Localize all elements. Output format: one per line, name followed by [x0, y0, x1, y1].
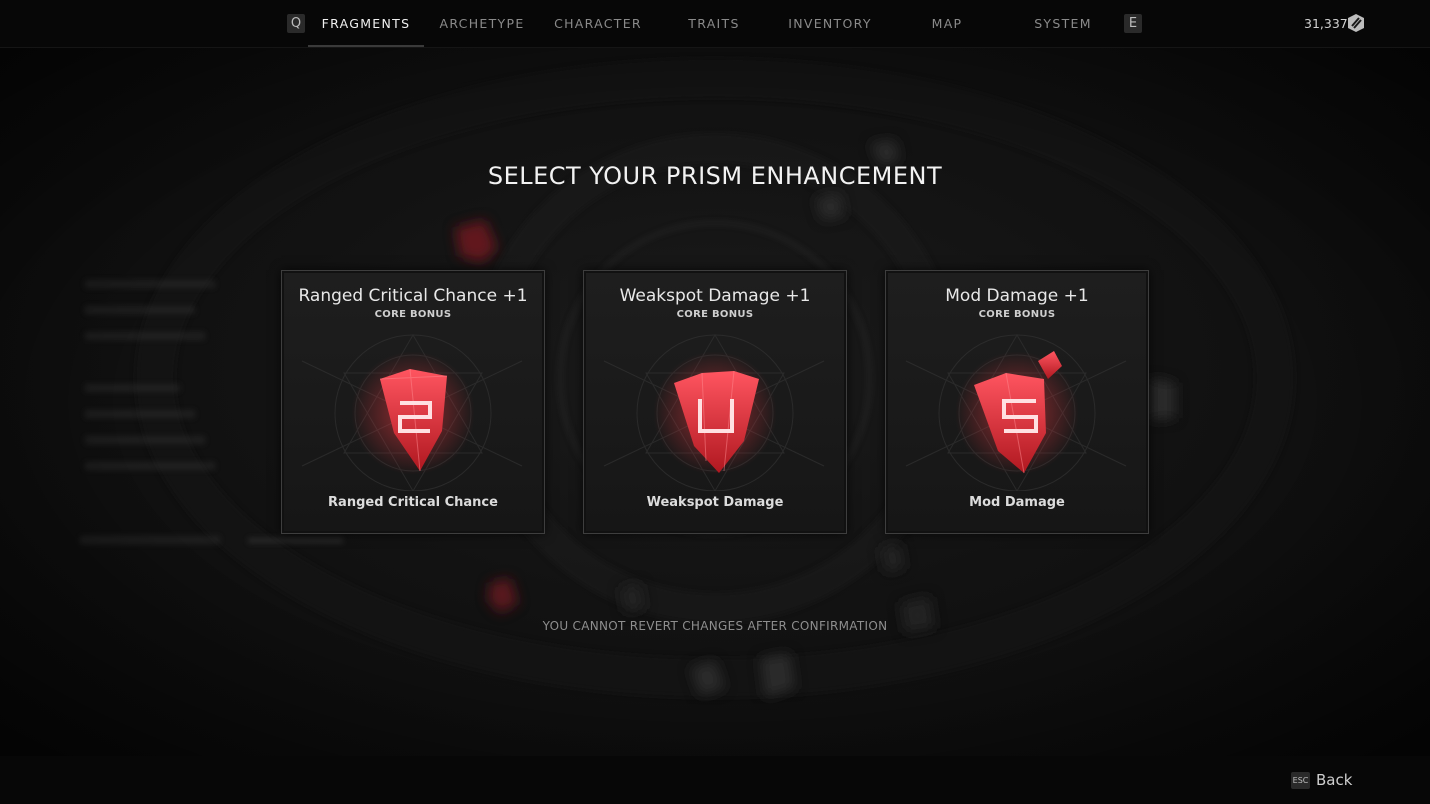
card-bonus-name: Weakspot Damage [646, 495, 784, 510]
confirmation-warning: YOU CANNOT REVERT CHANGES AFTER CONFIRMA… [542, 619, 888, 633]
prev-tab-key[interactable]: Q [287, 14, 305, 33]
tab-archetype[interactable]: ARCHETYPE [432, 0, 532, 47]
back-button[interactable]: Back [1316, 771, 1352, 789]
card-bonus-name: Ranged Critical Chance [328, 495, 498, 510]
tab-traits[interactable]: TRAITS [664, 0, 764, 47]
tab-fragments[interactable]: FRAGMENTS [308, 0, 424, 47]
card-subtitle: CORE BONUS [978, 309, 1056, 320]
card-title: Weakspot Damage +1 [619, 286, 811, 306]
top-nav-bar: Q FRAGMENTS ARCHETYPE CHARACTER TRAITS I… [0, 0, 1430, 48]
card-title: Ranged Critical Chance +1 [298, 286, 528, 306]
tab-character[interactable]: CHARACTER [548, 0, 648, 47]
bottom-bar: ESC Back [0, 756, 1430, 804]
enhancement-card-weakspot-damage[interactable]: Weakspot Damage +1 CORE BONUS Weakspot D… [583, 270, 847, 534]
tab-map[interactable]: MAP [897, 0, 997, 47]
next-tab-key[interactable]: E [1124, 14, 1142, 33]
card-bonus-name: Mod Damage [969, 495, 1065, 510]
card-title: Mod Damage +1 [945, 286, 1089, 306]
card-subtitle: CORE BONUS [374, 309, 452, 320]
tab-system[interactable]: SYSTEM [1013, 0, 1113, 47]
enhancement-card-ranged-critical-chance[interactable]: Ranged Critical Chance +1 CORE BONUS Ran… [281, 270, 545, 534]
red-prism-crystal-icon [603, 334, 825, 491]
prism-enhancement-screen: Q FRAGMENTS ARCHETYPE CHARACTER TRAITS I… [0, 0, 1430, 804]
red-prism-crystal-icon [905, 334, 1127, 491]
red-prism-crystal-icon [301, 334, 523, 491]
currency-amount: 31,337 [1304, 16, 1348, 31]
main-area: SELECT YOUR PRISM ENHANCEMENT Ranged Cri… [0, 48, 1430, 756]
enhancement-card-mod-damage[interactable]: Mod Damage +1 CORE BONUS Mod Damage [885, 270, 1149, 534]
esc-key-icon[interactable]: ESC [1291, 772, 1310, 789]
page-title: SELECT YOUR PRISM ENHANCEMENT [487, 162, 943, 190]
card-subtitle: CORE BONUS [676, 309, 754, 320]
tab-inventory[interactable]: INVENTORY [780, 0, 880, 47]
scrap-currency-icon [1348, 14, 1364, 32]
